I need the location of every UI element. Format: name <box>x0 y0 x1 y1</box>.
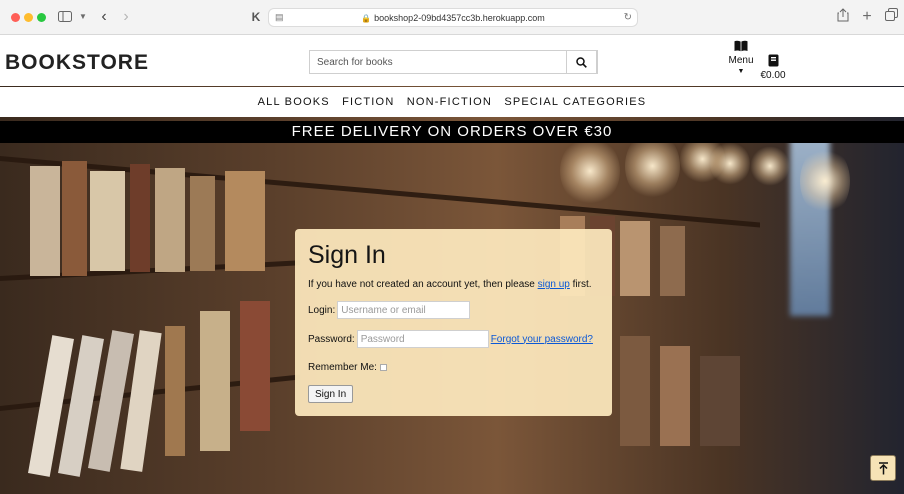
main-nav: ALL BOOKS FICTION NON-FICTION SPECIAL CA… <box>0 87 904 117</box>
forward-icon[interactable]: › <box>120 8 132 26</box>
tab-overview-icon[interactable] <box>884 8 898 26</box>
arrow-up-icon <box>878 461 888 474</box>
menu-dropdown[interactable]: Menu ▼ <box>724 40 758 75</box>
nav-non-fiction[interactable]: NON-FICTION <box>407 87 492 117</box>
nav-special-categories[interactable]: SPECIAL CATEGORIES <box>504 87 646 117</box>
menu-label: Menu <box>728 55 754 66</box>
browser-toolbar: ▼ ‹ › K ▤ 🔒 bookshop2-09bd4357cc3b.heroku… <box>0 0 904 35</box>
search-input[interactable] <box>310 51 568 73</box>
sidebar-icon[interactable] <box>58 8 72 26</box>
zoom-window-button[interactable] <box>37 13 46 22</box>
signin-button[interactable]: Sign In <box>308 385 354 403</box>
site-header: BOOKSTORE Menu ▼ €0.00 <box>0 35 904 87</box>
login-label: Login: <box>308 304 336 316</box>
new-tab-icon[interactable]: + <box>860 8 874 26</box>
signup-link[interactable]: sign up <box>538 279 570 290</box>
close-window-button[interactable] <box>11 13 20 22</box>
signin-title: Sign In <box>308 241 386 269</box>
book-icon <box>768 54 778 67</box>
login-input[interactable] <box>337 301 471 319</box>
remember-row: Remember Me: <box>308 362 387 373</box>
caret-down-icon: ▼ <box>737 68 745 75</box>
signin-intro: If you have not created an account yet, … <box>308 279 592 290</box>
forgot-password-link[interactable]: Forgot your password? <box>491 334 593 345</box>
search-form <box>309 50 598 74</box>
cart-total: €0.00 <box>760 70 786 81</box>
chevron-down-icon[interactable]: ▼ <box>78 8 88 26</box>
site-logo[interactable]: BOOKSTORE <box>5 51 149 75</box>
nav-all-books[interactable]: ALL BOOKS <box>258 87 330 117</box>
password-label: Password: <box>308 333 355 345</box>
lock-icon: 🔒 <box>361 14 372 23</box>
url-text: bookshop2-09bd4357cc3b.herokuapp.com <box>374 13 545 23</box>
books-icon <box>734 40 748 52</box>
search-button[interactable] <box>566 50 597 74</box>
intro-text-before: If you have not created an account yet, … <box>308 279 538 290</box>
intro-text-after: first. <box>569 279 592 290</box>
address-bar[interactable]: ▤ 🔒 bookshop2-09bd4357cc3b.herokuapp.com … <box>268 8 638 27</box>
extension-icon[interactable]: K <box>248 8 264 26</box>
search-icon <box>576 56 587 68</box>
cart-link[interactable]: €0.00 <box>756 54 790 81</box>
remember-checkbox[interactable] <box>379 364 387 371</box>
minimize-window-button[interactable] <box>24 13 33 22</box>
back-to-top-button[interactable] <box>870 455 896 481</box>
password-input[interactable] <box>356 330 489 348</box>
back-icon[interactable]: ‹ <box>98 8 110 26</box>
password-row: Password: Forgot your password? <box>308 330 593 348</box>
reload-icon[interactable]: ↻ <box>624 9 632 27</box>
signin-card: Sign In If you have not created an accou… <box>295 229 612 416</box>
promo-banner: FREE DELIVERY ON ORDERS OVER €30 <box>0 121 904 143</box>
remember-label: Remember Me: <box>308 362 377 373</box>
share-icon[interactable] <box>836 8 850 26</box>
nav-fiction[interactable]: FICTION <box>342 87 394 117</box>
login-row: Login: <box>308 301 471 319</box>
